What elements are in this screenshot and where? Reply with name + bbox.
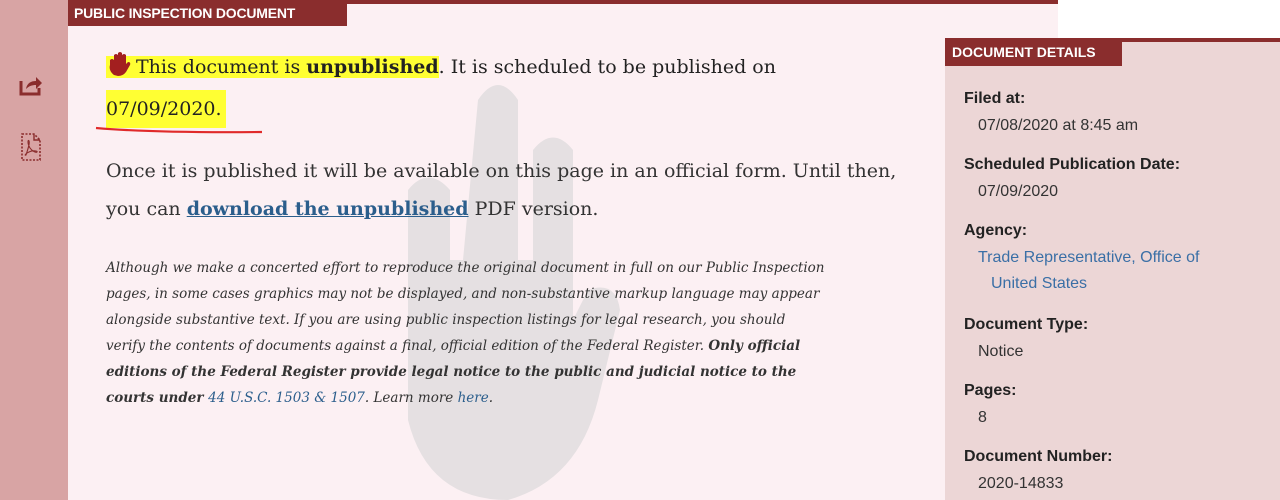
disclaimer-part2: . Learn more — [364, 390, 458, 406]
availability-text: Once it is published it will be availabl… — [106, 152, 906, 228]
document-number-label: Document Number: — [964, 448, 1113, 465]
notice-highlight: This document is unpublished — [106, 52, 439, 78]
document-type-value: Notice — [978, 343, 1024, 360]
learn-more-here-link[interactable]: here — [458, 390, 489, 406]
red-underline-mark — [95, 126, 263, 134]
notice-prefix: This document is — [136, 56, 307, 78]
public-inspection-panel: PUBLIC INSPECTION DOCUMENT This document… — [68, 0, 1058, 500]
left-tool-rail — [0, 0, 68, 500]
agency-label: Agency: — [964, 222, 1028, 239]
unpublished-notice: This document is unpublished. It is sche… — [95, 48, 926, 134]
disclaimer-text: Although we make a concerted effort to r… — [106, 255, 826, 411]
scheduled-date-label: Scheduled Publication Date: — [964, 156, 1181, 173]
disclaimer-part3: . — [488, 390, 493, 406]
stop-hand-icon — [106, 51, 132, 90]
download-unpublished-link[interactable]: download the unpublished — [187, 198, 469, 220]
document-number-value: 2020-14833 — [978, 475, 1064, 492]
usc-law-link[interactable]: 44 U.S.C. 1503 & 1507 — [208, 390, 365, 406]
pdf-document-icon[interactable] — [16, 132, 46, 162]
share-icon[interactable] — [16, 70, 46, 100]
agency-link-line1[interactable]: Trade Representative, Office of — [978, 249, 1199, 267]
scheduled-date-value: 07/09/2020 — [978, 183, 1059, 200]
document-details-panel: DOCUMENT DETAILS Filed at: 07/08/2020 at… — [945, 38, 1280, 500]
notice-status: unpublished — [306, 56, 439, 78]
publication-date: 07/09/2020. — [95, 90, 263, 134]
publication-date-text: 07/09/2020. — [106, 98, 222, 120]
pages-value: 8 — [978, 409, 987, 426]
notice-suffix: . It is scheduled to be published on — [438, 56, 776, 78]
details-title-tab: DOCUMENT DETAILS — [945, 38, 1122, 66]
filed-at-value: 07/08/2020 at 8:45 am — [978, 117, 1139, 134]
agency-link-line2[interactable]: United States — [991, 275, 1087, 293]
filed-at-label: Filed at: — [964, 90, 1026, 107]
document-type-label: Document Type: — [964, 316, 1089, 333]
pages-label: Pages: — [964, 382, 1017, 399]
availability-end: PDF version. — [468, 198, 599, 220]
section-title-tab: PUBLIC INSPECTION DOCUMENT — [68, 0, 348, 26]
